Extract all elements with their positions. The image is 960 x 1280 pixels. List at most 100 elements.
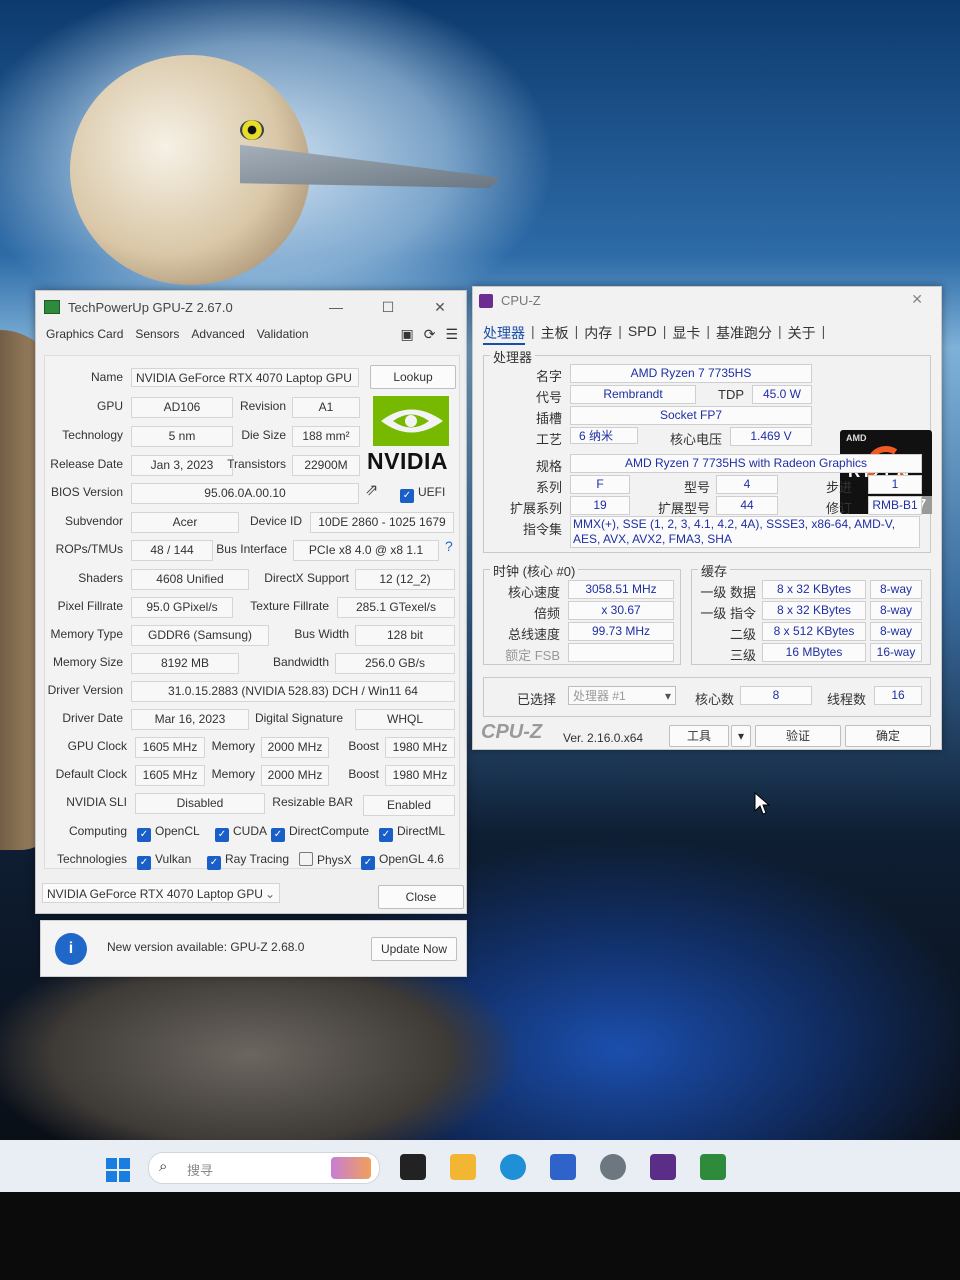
- rops-tmus-label: ROPs/TMUs: [55, 542, 123, 556]
- driver-version-label: Driver Version: [47, 683, 123, 697]
- search-icon: ⌕: [159, 1158, 168, 1175]
- close-icon[interactable]: ✕: [911, 291, 923, 308]
- gpuz-title: TechPowerUp GPU-Z 2.67.0: [68, 299, 233, 315]
- refresh-icon[interactable]: ⟳: [424, 326, 436, 343]
- ray-tracing-label: Ray Tracing: [225, 852, 290, 866]
- physx-label: PhysX: [317, 853, 352, 867]
- physx-checkbox[interactable]: PhysX: [299, 852, 352, 867]
- model-value: 4: [716, 475, 778, 494]
- camera-icon[interactable]: ▣: [400, 326, 413, 343]
- tab-spd[interactable]: SPD: [628, 323, 657, 345]
- windows-start-icon[interactable]: [106, 1158, 130, 1182]
- release-date-value: Jan 3, 2023: [131, 455, 233, 476]
- technology-value: 5 nm: [131, 426, 233, 447]
- revision-label: 修订: [825, 501, 852, 516]
- tab-bench[interactable]: 基准跑分: [716, 323, 772, 345]
- check-icon: ✓: [379, 828, 393, 842]
- minimize-icon[interactable]: —: [310, 299, 362, 316]
- settings-gear-icon[interactable]: [600, 1154, 626, 1180]
- l3-label: 三级: [729, 648, 756, 663]
- default-clock-label: Default Clock: [55, 767, 127, 781]
- help-icon[interactable]: ?: [445, 538, 453, 554]
- update-now-button[interactable]: Update Now: [371, 937, 457, 961]
- driver-date-label: Driver Date: [62, 711, 123, 725]
- tab-memory[interactable]: 内存: [584, 323, 612, 345]
- check-icon: ✓: [215, 828, 229, 842]
- menu-icon[interactable]: ☰: [445, 326, 458, 343]
- tab-validation[interactable]: Validation: [255, 325, 311, 343]
- multiplier-value: x 30.67: [568, 601, 674, 620]
- gpu-select-dropdown[interactable]: NVIDIA GeForce RTX 4070 Laptop GPU ⌄: [42, 883, 280, 903]
- update-message: New version available: GPU-Z 2.68.0: [107, 940, 305, 954]
- vulkan-checkbox[interactable]: ✓ Vulkan: [137, 852, 191, 870]
- tools-button[interactable]: 工具: [669, 725, 729, 747]
- wallpaper-bird-eye: [240, 120, 264, 140]
- ray-tracing-checkbox[interactable]: ✓ Ray Tracing: [207, 852, 289, 870]
- cpu-name-value: AMD Ryzen 7 7735HS: [570, 364, 812, 383]
- cuda-checkbox[interactable]: ✓ CUDA: [215, 824, 267, 842]
- memory-clock-label: Memory: [211, 739, 255, 753]
- directml-checkbox[interactable]: ✓ DirectML: [379, 824, 445, 842]
- cpuz-brand-logo: CPU-Z: [481, 721, 543, 743]
- tab-processor[interactable]: 处理器: [483, 323, 525, 345]
- task-view-icon[interactable]: [400, 1154, 426, 1180]
- taskbar-search-box[interactable]: ⌕ 搜寻: [148, 1152, 380, 1184]
- threads-value: 16: [874, 686, 922, 705]
- validate-button[interactable]: 验证: [755, 725, 841, 747]
- specification-value: AMD Ryzen 7 7735HS with Radeon Graphics: [570, 454, 922, 473]
- tab-sensors[interactable]: Sensors: [133, 325, 181, 343]
- gpuz-tab-bar: Graphics Card Sensors Advanced Validatio…: [36, 323, 466, 345]
- opengl-checkbox[interactable]: ✓ OpenGL 4.6: [361, 852, 444, 870]
- resizable-bar-value: Enabled: [363, 795, 455, 816]
- transistors-value: 22900M: [292, 455, 360, 476]
- lookup-button[interactable]: Lookup: [370, 365, 456, 389]
- shaders-value: 4608 Unified: [131, 569, 249, 590]
- package-label: 插槽: [535, 411, 562, 426]
- device-id-value: 10DE 2860 - 1025 1679: [310, 512, 454, 533]
- tab-advanced[interactable]: Advanced: [189, 325, 246, 343]
- processor-select[interactable]: 处理器 #1 ▾: [568, 686, 676, 705]
- selection-row: 已选择 处理器 #1 ▾ 核心数 8 线程数 16: [483, 677, 931, 717]
- nvidia-eye-logo: [373, 396, 449, 446]
- tab-about[interactable]: 关于: [788, 323, 816, 345]
- texture-fillrate-label: Texture Fillrate: [250, 599, 329, 613]
- name-label: Name: [90, 370, 123, 384]
- directcompute-checkbox[interactable]: ✓ DirectCompute: [271, 824, 369, 842]
- tab-graphics-card[interactable]: Graphics Card: [44, 325, 125, 343]
- codename-value: Rembrandt: [570, 385, 696, 404]
- revision-value: RMB-B1: [868, 496, 922, 515]
- instructions-line-2: AES, AVX, AVX2, FMA3, SHA: [573, 532, 732, 546]
- check-icon: ✓: [361, 856, 375, 870]
- l1-inst-label: 一级 指令: [700, 606, 756, 621]
- store-icon[interactable]: [550, 1154, 576, 1180]
- instructions-label: 指令集: [522, 522, 562, 537]
- close-icon[interactable]: ✕: [414, 299, 466, 316]
- close-button[interactable]: Close: [378, 885, 464, 909]
- file-explorer-icon[interactable]: [450, 1154, 476, 1180]
- die-size-value: 188 mm²: [292, 426, 360, 447]
- search-highlight-icon: [331, 1157, 371, 1179]
- l2-value: 8 x 512 KBytes: [762, 622, 866, 641]
- ext-family-value: 19: [570, 496, 630, 515]
- bios-version-value: 95.06.0A.00.10: [131, 483, 359, 504]
- pixel-fillrate-label: Pixel Fillrate: [57, 599, 123, 613]
- share-icon[interactable]: ⇗: [365, 480, 378, 500]
- tab-graphics[interactable]: 显卡: [672, 323, 700, 345]
- device-id-label: Device ID: [249, 514, 302, 528]
- maximize-icon[interactable]: ☐: [362, 299, 414, 316]
- revision-label: Revision: [239, 399, 286, 413]
- gpuz-taskbar-icon[interactable]: [700, 1154, 726, 1180]
- cpuz-version: Ver. 2.16.0.x64: [563, 731, 644, 745]
- tab-mainboard[interactable]: 主板: [541, 323, 569, 345]
- edge-icon[interactable]: [500, 1154, 526, 1180]
- gpuz-titlebar[interactable]: TechPowerUp GPU-Z 2.67.0 — ☐ ✕: [36, 291, 466, 323]
- ok-button[interactable]: 确定: [845, 725, 931, 747]
- pixel-fillrate-value: 95.0 GPixel/s: [131, 597, 233, 618]
- boost-clock-value: 1980 MHz: [385, 737, 455, 758]
- uefi-checkbox[interactable]: ✓ UEFI: [400, 485, 445, 503]
- cpuz-titlebar[interactable]: CPU-Z: [479, 293, 541, 308]
- tools-dropdown-icon[interactable]: ▾: [731, 725, 751, 747]
- core-voltage-label: 核心电压: [669, 432, 722, 447]
- opencl-checkbox[interactable]: ✓ OpenCL: [137, 824, 200, 842]
- cpuz-taskbar-icon[interactable]: [650, 1154, 676, 1180]
